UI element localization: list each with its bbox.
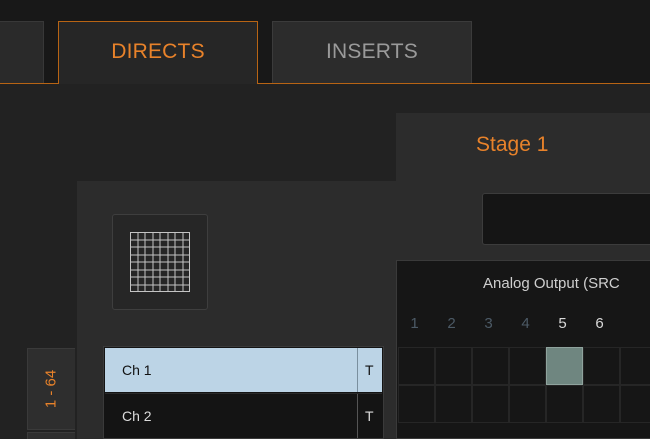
- matrix-cell[interactable]: [398, 385, 435, 423]
- channel-tag: T: [365, 362, 374, 378]
- channel-name: Ch 1: [122, 362, 152, 378]
- matrix-column-header: 2: [447, 315, 456, 332]
- channel-list: Ch 1 T Ch 2 T: [103, 346, 384, 439]
- channel-tag: T: [365, 408, 374, 424]
- matrix-cell[interactable]: [398, 347, 435, 385]
- grid-icon: [130, 232, 190, 292]
- routing-matrix: Analog Output (SRC 1 2 3 4 5 6: [396, 260, 650, 439]
- matrix-cell[interactable]: [620, 385, 650, 423]
- matrix-cell[interactable]: [546, 347, 583, 385]
- range-tab-label: 1 - 64: [42, 369, 60, 409]
- matrix-cell[interactable]: [546, 385, 583, 423]
- matrix-cell[interactable]: [509, 385, 546, 423]
- channel-name: Ch 2: [122, 408, 152, 424]
- channel-row-1[interactable]: Ch 1 T: [105, 348, 382, 392]
- divider: [357, 348, 358, 392]
- matrix-title: Analog Output (SRC: [483, 275, 620, 292]
- matrix-cell[interactable]: [509, 347, 546, 385]
- destination-field[interactable]: [482, 193, 650, 245]
- matrix-cell[interactable]: [620, 347, 650, 385]
- matrix-column-header: 5: [558, 315, 567, 332]
- stage-label: Stage 1: [476, 133, 549, 156]
- tab-directs[interactable]: DIRECTS: [58, 21, 258, 85]
- top-tab-bar: DIRECTS INSERTS: [0, 0, 650, 85]
- app-window: DIRECTS INSERTS Stage 1 1 - 64 Ch 1 T Ch…: [0, 0, 650, 439]
- matrix-cell[interactable]: [583, 347, 620, 385]
- matrix-cell[interactable]: [472, 385, 509, 423]
- tab-inserts-label: INSERTS: [325, 40, 419, 63]
- tab-previous[interactable]: [0, 21, 44, 83]
- matrix-column-header: 6: [595, 315, 604, 332]
- divider: [357, 394, 358, 438]
- grid-view-button[interactable]: [112, 214, 208, 310]
- channel-row-2[interactable]: Ch 2 T: [105, 393, 382, 438]
- tab-directs-label: DIRECTS: [111, 40, 205, 63]
- matrix-cell[interactable]: [583, 385, 620, 423]
- matrix-cell[interactable]: [435, 347, 472, 385]
- matrix-column-header: 1: [410, 315, 419, 332]
- matrix-cell[interactable]: [472, 347, 509, 385]
- tab-inserts[interactable]: INSERTS: [272, 21, 472, 83]
- matrix-column-header: 3: [484, 315, 493, 332]
- matrix-column-header: 4: [521, 315, 530, 332]
- matrix-cell[interactable]: [435, 385, 472, 423]
- range-tab-next[interactable]: [27, 432, 75, 439]
